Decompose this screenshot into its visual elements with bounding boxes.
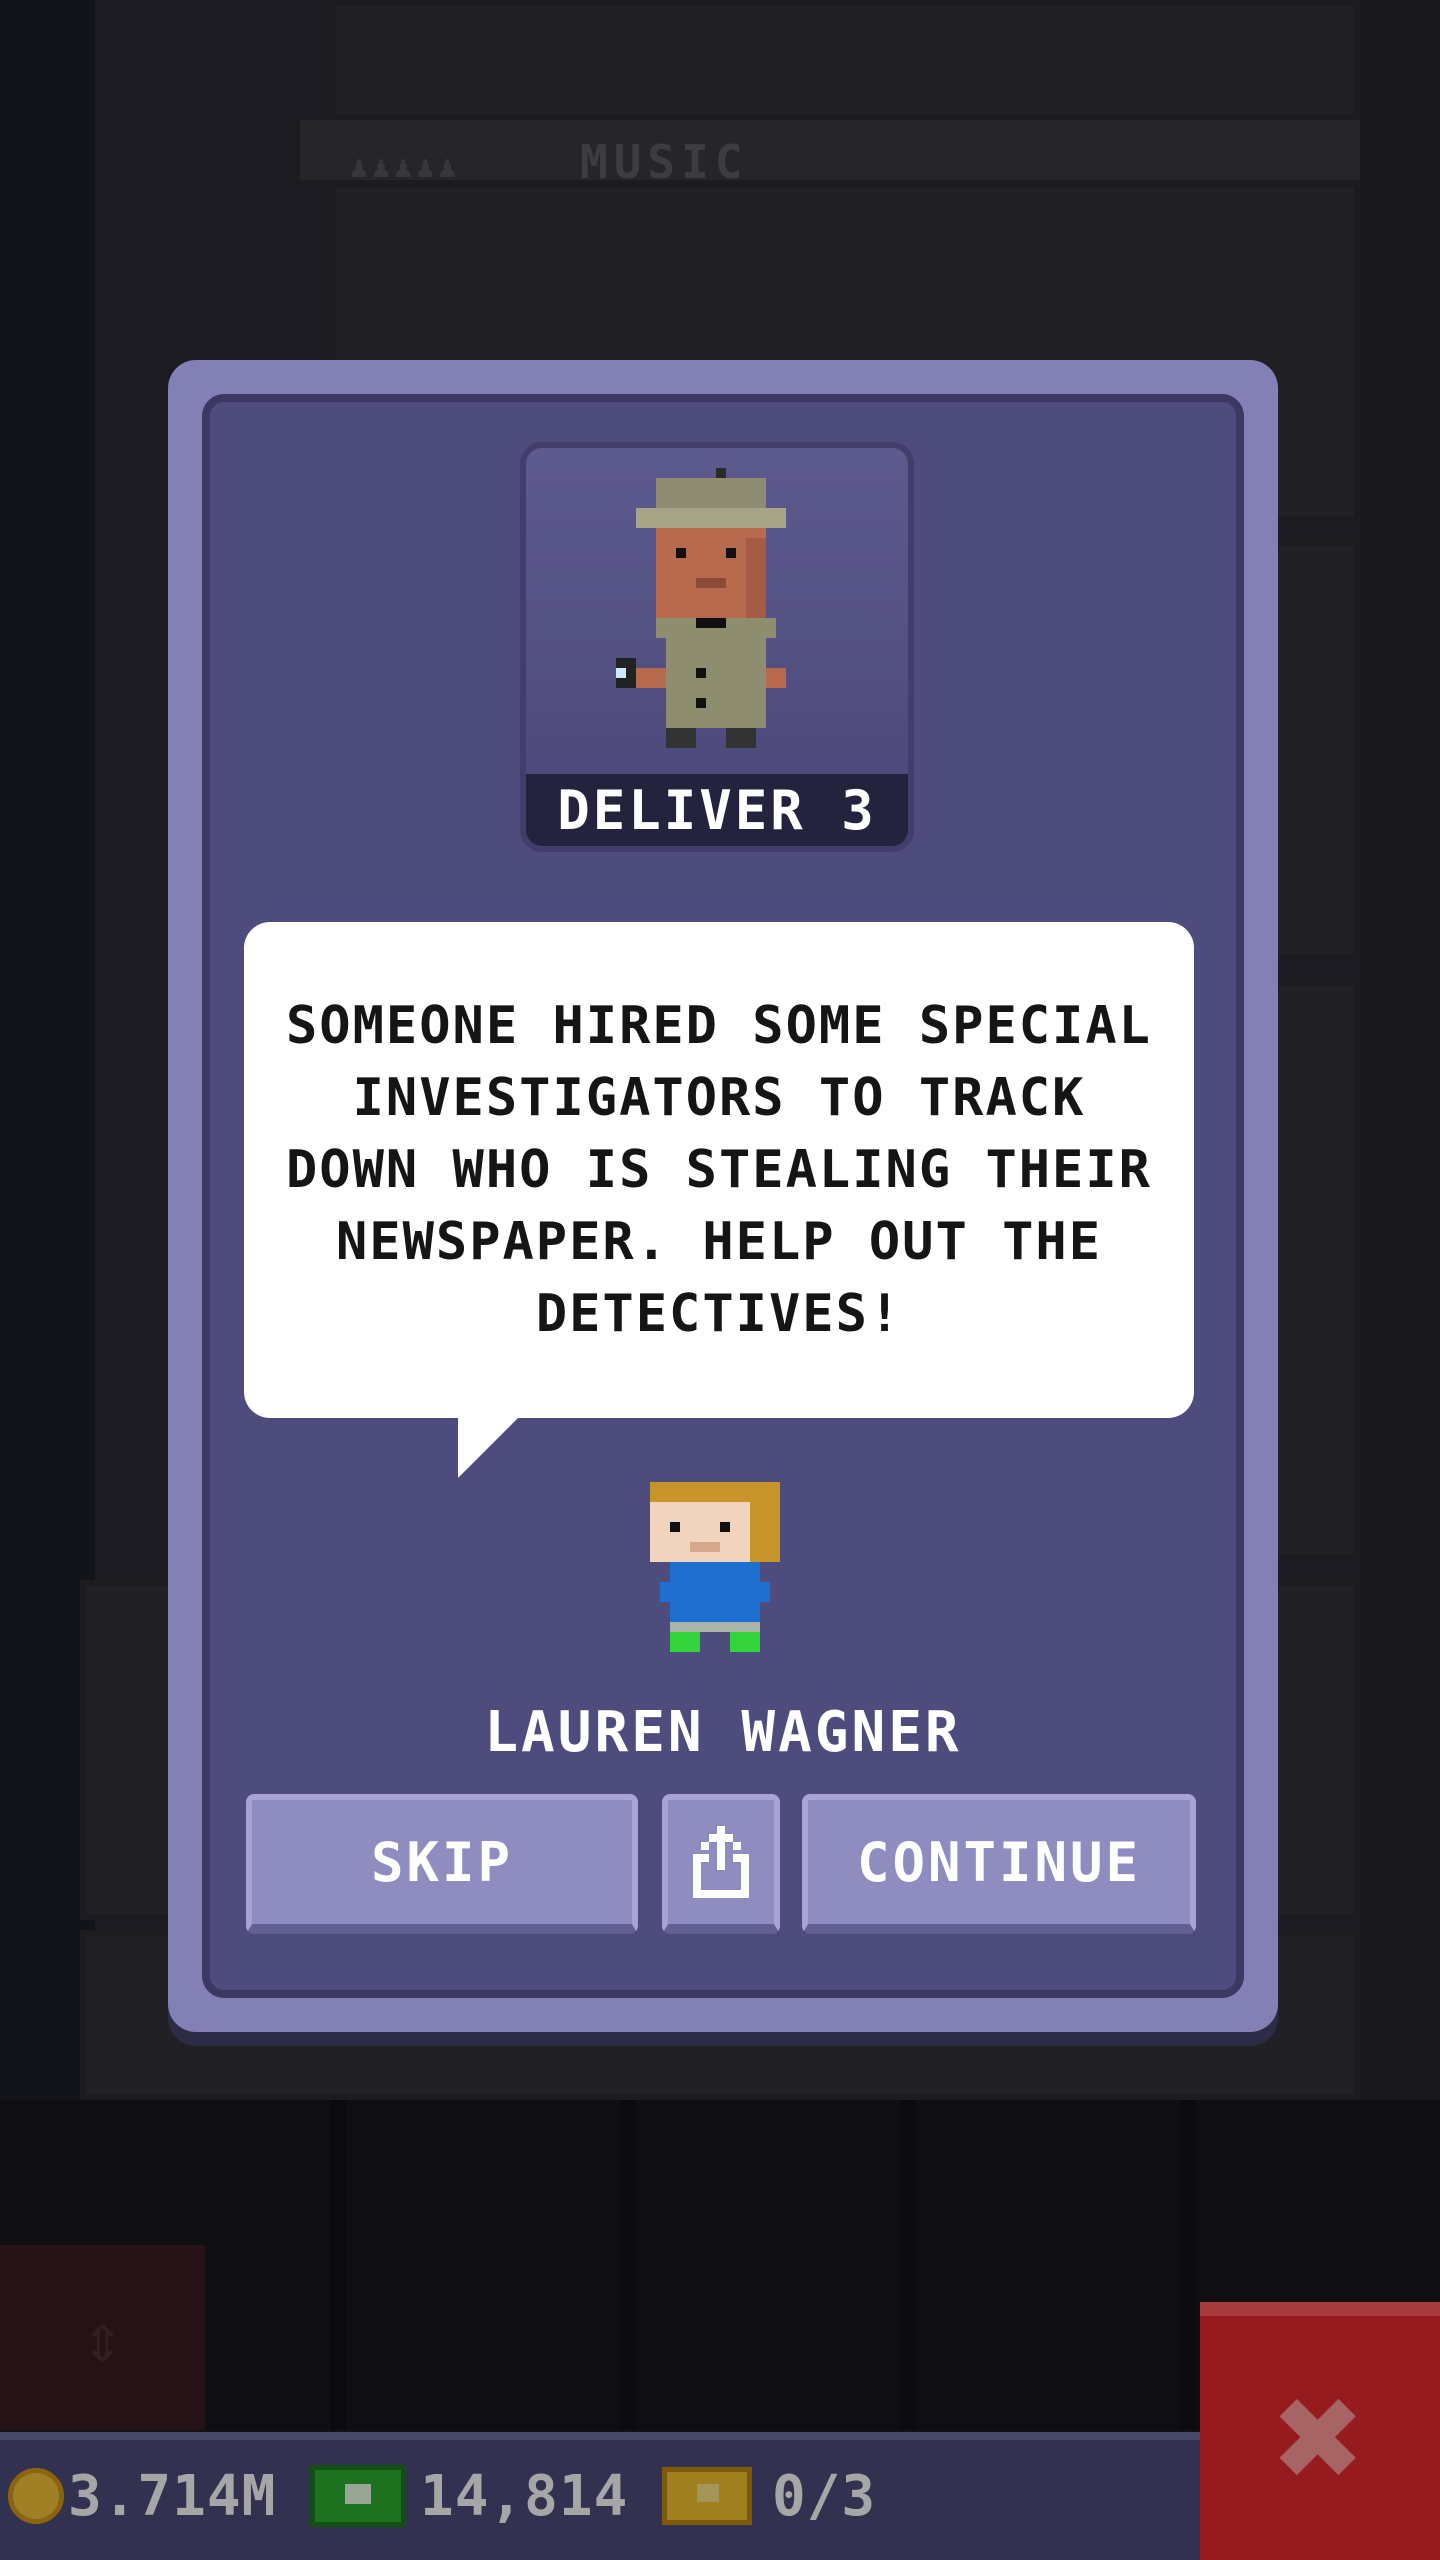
lobby-column [620,2100,636,2430]
status-bar: 3.714M 14,814 0/3 [0,2432,1200,2560]
close-button[interactable]: ✖ [1200,2302,1440,2560]
speech-bubble: SOMEONE HIRED SOME SPECIAL INVESTIGATORS… [244,922,1194,1418]
lobby-column [900,2100,916,2430]
tower-bux-icon [310,2465,406,2527]
coins-value: 3.714M [68,2463,277,2529]
story-text: SOMEONE HIRED SOME SPECIAL INVESTIGATORS… [286,996,1152,1344]
close-icon: ✖ [1274,2351,1366,2525]
tickets-counter: 0/3 [662,2458,876,2534]
tickets-value: 0/3 [772,2463,877,2529]
mission-portrait: DELIVER 3 [520,442,914,852]
mission-badge: DELIVER 3 [526,774,908,846]
skip-button[interactable]: SKIP [246,1794,638,1934]
floor-room-top [330,0,1360,120]
skip-label: SKIP [370,1830,514,1894]
tower-edge [1360,0,1440,2100]
detective-icon [616,468,786,748]
bux-counter: 14,814 [310,2458,628,2534]
ticket-icon [662,2467,752,2525]
continue-button[interactable]: CONTINUE [802,1794,1196,1934]
floor-residents-icon: ♟♟♟♟♟ [350,150,461,185]
share-button[interactable] [662,1794,780,1934]
lobby-column [330,2100,346,2430]
speech-bubble-tail [458,1414,522,1478]
bux-value: 14,814 [420,2463,629,2529]
coin-icon [8,2468,64,2524]
elevator-updown-icon[interactable]: ⇕ [0,2245,205,2430]
lobby-column [1180,2100,1196,2430]
guest-name: LAUREN WAGNER [484,1700,962,1765]
dialog-panel: DELIVER 3 SOMEONE HIRED SOME SPECIAL INV… [202,394,1244,1998]
event-dialog: DELIVER 3 SOMEONE HIRED SOME SPECIAL INV… [168,360,1278,2032]
continue-label: CONTINUE [856,1830,1142,1894]
coins-counter: 3.714M [8,2458,276,2534]
guest-avatar-icon [650,1482,780,1652]
floor-label: MUSIC [580,135,749,189]
share-icon [693,1826,749,1898]
